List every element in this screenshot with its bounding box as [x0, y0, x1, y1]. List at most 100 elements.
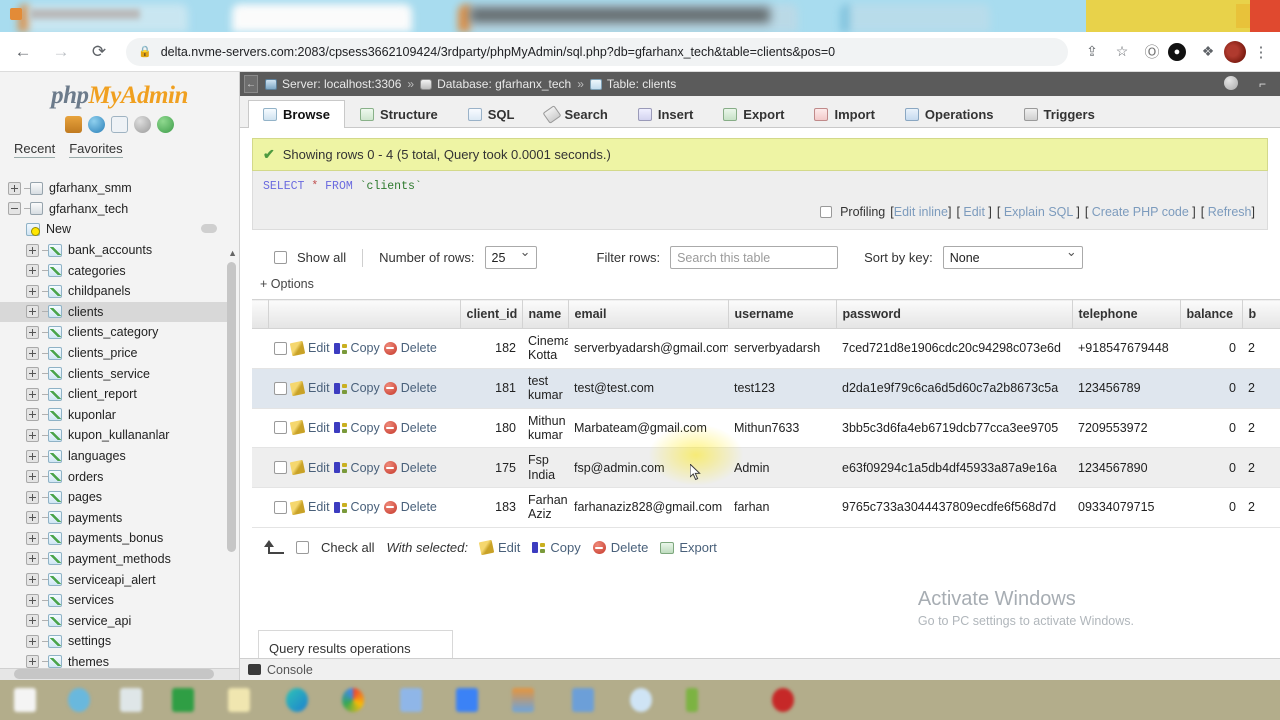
delete-icon[interactable]	[383, 421, 397, 435]
delete-icon[interactable]	[383, 500, 397, 514]
number-of-rows-select[interactable]: 25	[484, 244, 537, 269]
row-delete-link[interactable]: Delete	[401, 461, 437, 475]
bulk-copy-action[interactable]: Copy	[532, 540, 581, 555]
edit-pencil-icon[interactable]	[289, 499, 306, 516]
sidebar-table-clients_price[interactable]: clients_price	[0, 343, 234, 364]
expand-plus-icon[interactable]	[8, 181, 21, 195]
expand-plus-icon[interactable]	[26, 243, 39, 257]
edit-pencil-icon[interactable]	[289, 420, 306, 436]
sidebar-vertical-scrollbar[interactable]	[227, 262, 236, 552]
tab-search[interactable]: Search	[530, 100, 623, 128]
sort-by-key-select[interactable]: None	[942, 244, 1083, 269]
filter-rows-input[interactable]: Search this table	[670, 246, 839, 269]
copy-icon[interactable]	[333, 421, 347, 434]
edit-pencil-icon[interactable]	[289, 459, 306, 476]
row-delete-link[interactable]: Delete	[401, 381, 437, 395]
forward-button[interactable]: →	[46, 37, 76, 67]
edit-pencil-icon[interactable]	[289, 340, 306, 357]
table-row[interactable]: Edit Copy Delete 181 test kumar test@tes…	[252, 368, 1280, 409]
header-balance[interactable]: balance	[1180, 299, 1243, 329]
sidebar-table-services[interactable]: services	[0, 590, 234, 611]
taskbar-app-14[interactable]	[772, 688, 794, 712]
bookmark-star-icon[interactable]: ☆	[1108, 38, 1136, 66]
taskbar-app-3[interactable]	[120, 688, 142, 712]
sidebar-table-payments[interactable]: payments	[0, 508, 234, 529]
delete-icon[interactable]	[383, 461, 397, 475]
expand-plus-icon[interactable]	[26, 387, 39, 401]
tab-import[interactable]: Import	[799, 100, 889, 128]
taskbar-app-9[interactable]	[456, 688, 478, 712]
edit-pencil-icon[interactable]	[289, 380, 306, 396]
taskbar-app-12[interactable]	[630, 688, 652, 712]
check-all-checkbox[interactable]	[296, 541, 309, 555]
table-row[interactable]: Edit Copy Delete 183 Farhan Aziz farhana…	[252, 487, 1280, 528]
expand-plus-icon[interactable]	[26, 552, 39, 566]
row-checkbox[interactable]	[274, 461, 287, 475]
expand-plus-icon[interactable]	[26, 511, 39, 525]
tab-insert[interactable]: Insert	[623, 100, 708, 128]
taskbar-app-4[interactable]	[172, 688, 194, 712]
expand-plus-icon[interactable]	[26, 490, 39, 504]
breadcrumb-table[interactable]: Table: clients	[607, 77, 676, 91]
copy-icon[interactable]	[333, 501, 347, 514]
sidebar-db-gfarhanx_smm[interactable]: gfarhanx_smm	[0, 178, 234, 199]
tab-browse[interactable]: Browse	[248, 100, 345, 128]
bulk-edit-action[interactable]: Edit	[478, 540, 520, 556]
taskbar-app-13[interactable]	[686, 688, 698, 712]
row-copy-link[interactable]: Copy	[351, 341, 380, 355]
browser-menu-icon[interactable]: ⋮	[1250, 43, 1272, 61]
sidebar-table-orders[interactable]: orders	[0, 466, 234, 487]
settings-gear-icon[interactable]	[1224, 76, 1238, 90]
taskbar-app-2[interactable]	[68, 688, 90, 712]
row-edit-link[interactable]: Edit	[308, 461, 330, 475]
copy-icon[interactable]	[333, 342, 347, 355]
tab-operations[interactable]: Operations	[890, 100, 1009, 128]
globe-icon[interactable]	[88, 116, 105, 133]
row-checkbox[interactable]	[274, 421, 287, 435]
breadcrumb-server[interactable]: Server: localhost:3306	[282, 77, 401, 91]
expand-plus-icon[interactable]	[26, 367, 39, 381]
console-bar[interactable]: Console	[240, 658, 1280, 680]
options-toggle-link[interactable]: + Options	[252, 269, 1268, 291]
browser-tab-2[interactable]	[232, 4, 412, 32]
sidebar-item-new[interactable]: New	[0, 219, 234, 240]
header-name[interactable]: name	[522, 299, 569, 329]
row-delete-link[interactable]: Delete	[401, 341, 437, 355]
tab-triggers[interactable]: Triggers	[1009, 100, 1110, 128]
sidebar-table-kuponlar[interactable]: kuponlar	[0, 405, 234, 426]
sidebar-table-clients_service[interactable]: clients_service	[0, 363, 234, 384]
header-client_id[interactable]: client_id	[460, 299, 523, 329]
sidebar-horizontal-scrollbar[interactable]	[0, 668, 239, 680]
sidebar-table-kupon_kullananlar[interactable]: kupon_kullananlar	[0, 425, 234, 446]
reload-button[interactable]: ⟳	[84, 37, 114, 67]
expand-plus-icon[interactable]	[26, 305, 39, 319]
sidebar-table-childpanels[interactable]: childpanels	[0, 281, 234, 302]
sql-query-text[interactable]: SELECT * FROM `clients`	[263, 180, 1257, 193]
delete-icon[interactable]	[383, 341, 397, 355]
sidebar-table-clients_category[interactable]: clients_category	[0, 322, 234, 343]
select-all-arrow-icon[interactable]	[262, 539, 284, 556]
profile-avatar-icon[interactable]	[1224, 40, 1246, 63]
sidebar-scroll-up-icon[interactable]: ▲	[228, 248, 237, 258]
sidebar-db-gfarhanx_tech[interactable]: gfarhanx_tech	[0, 199, 234, 220]
minimize-icon[interactable]: ⌐	[1259, 77, 1266, 91]
bulk-delete-link[interactable]: Delete	[611, 540, 649, 555]
recent-link[interactable]: Recent	[14, 141, 56, 158]
row-checkbox[interactable]	[274, 381, 287, 395]
row-edit-link[interactable]: Edit	[308, 421, 330, 435]
taskbar-app-11[interactable]	[572, 688, 594, 712]
header-telephone[interactable]: telephone	[1072, 299, 1181, 329]
copy-icon[interactable]	[333, 382, 347, 395]
expand-plus-icon[interactable]	[26, 346, 39, 360]
share-icon[interactable]: ⇪	[1078, 38, 1106, 66]
expand-plus-icon[interactable]	[26, 428, 39, 442]
bulk-export-action[interactable]: Export	[660, 540, 717, 555]
breadcrumb-database[interactable]: Database: gfarhanx_tech	[437, 77, 571, 91]
delete-icon[interactable]	[383, 381, 397, 395]
favorites-link[interactable]: Favorites	[69, 141, 123, 158]
taskbar-app-1[interactable]	[14, 688, 36, 712]
expand-plus-icon[interactable]	[26, 449, 39, 463]
row-edit-link[interactable]: Edit	[308, 500, 330, 514]
back-button[interactable]: ←	[8, 37, 38, 67]
header-password[interactable]: password	[836, 299, 1073, 329]
